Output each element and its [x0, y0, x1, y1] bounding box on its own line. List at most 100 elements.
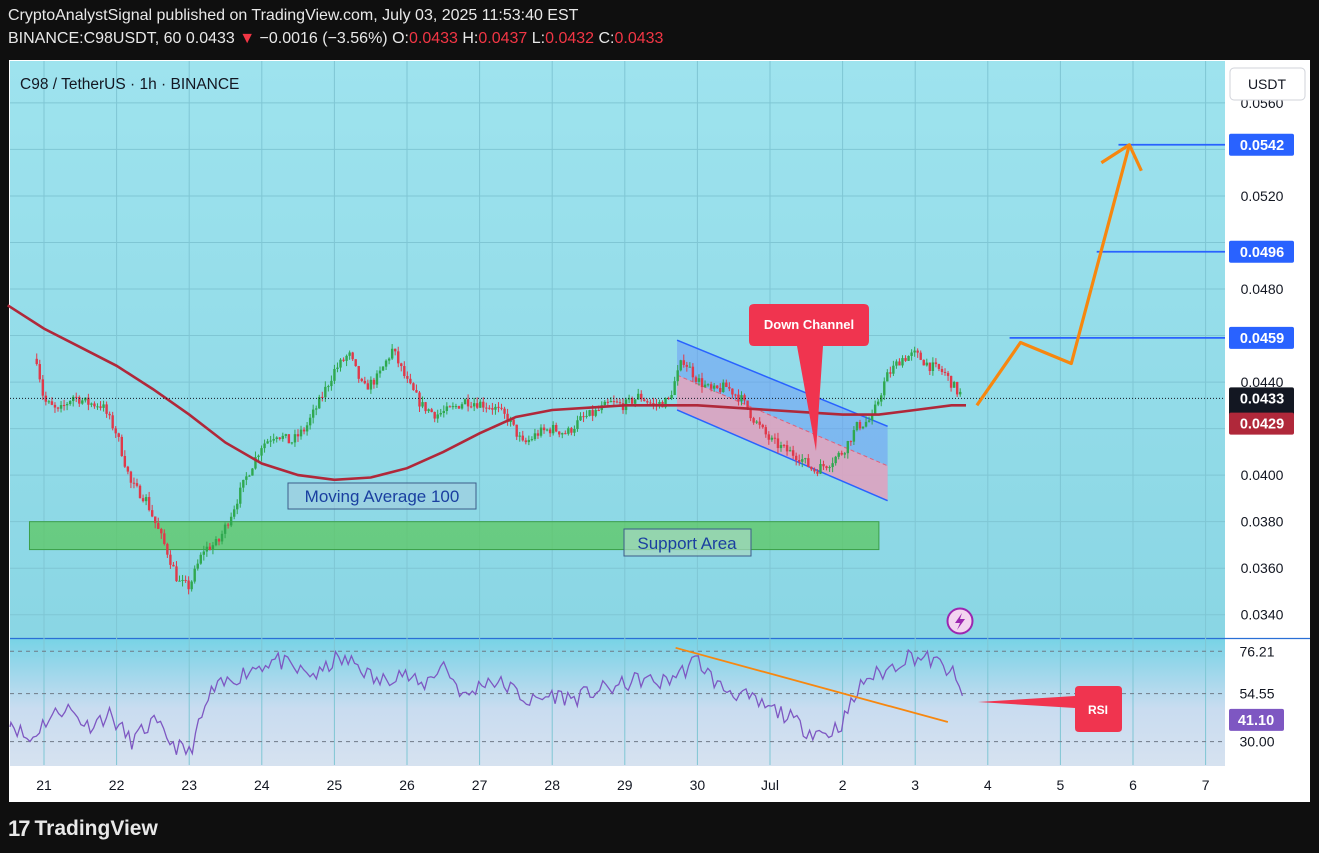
candle-body — [339, 359, 342, 368]
candle-body — [904, 358, 907, 361]
price-change: −0.0016 (−3.56%) — [259, 30, 388, 47]
close-value: 0.0433 — [614, 30, 664, 47]
candle-body — [126, 466, 130, 472]
candle-body — [296, 434, 300, 437]
time-tick-label: 30 — [690, 777, 706, 793]
candle-body — [120, 436, 123, 456]
candle-body — [278, 437, 281, 439]
candle-body — [488, 407, 491, 409]
candle-body — [403, 366, 406, 377]
candle-body — [369, 379, 373, 390]
candle-body — [147, 497, 151, 511]
candle-body — [439, 413, 442, 415]
candle-body — [93, 403, 96, 407]
candle-body — [71, 396, 75, 402]
candle-body — [269, 440, 272, 442]
candle-body — [873, 404, 877, 414]
candle-body — [491, 408, 494, 410]
candle-body — [50, 401, 54, 405]
candle-body — [764, 427, 767, 435]
candle-body — [154, 516, 157, 524]
candle-body — [442, 410, 445, 414]
candle-body — [709, 384, 713, 389]
publish-info: CryptoAnalystSignal published on Trading… — [8, 7, 579, 24]
candle-body — [272, 439, 275, 441]
candle-body — [794, 455, 798, 461]
candle-body — [500, 407, 503, 409]
candle-body — [889, 372, 892, 374]
candle-body — [378, 370, 382, 374]
candle-body — [290, 442, 294, 444]
candle-body — [284, 434, 288, 436]
price-tick-label: 0.0360 — [1241, 560, 1284, 576]
support-area-callout[interactable]: Support Area — [623, 528, 752, 557]
price-tick-label: 0.0380 — [1241, 514, 1284, 530]
candle-body — [129, 471, 133, 483]
candle-body — [460, 404, 464, 409]
candle-body — [81, 400, 84, 404]
candle-body — [494, 406, 497, 410]
candle-body — [588, 410, 591, 416]
candle-body — [263, 443, 266, 449]
candle-body — [211, 545, 215, 550]
candle-body — [412, 383, 415, 391]
candle-body — [694, 377, 698, 382]
candle-body — [558, 431, 561, 435]
target-1-label: 0.0459 — [1240, 331, 1284, 347]
candle-body — [202, 551, 206, 555]
candle-body — [633, 399, 637, 404]
candle-body — [582, 416, 585, 418]
candle-body — [497, 406, 500, 408]
candle-body — [387, 358, 391, 361]
candle-body — [864, 421, 868, 427]
candle-body — [117, 433, 120, 437]
candle-body — [807, 458, 810, 467]
candle-body — [348, 352, 351, 356]
candle-body — [208, 546, 212, 550]
candle-body — [105, 404, 108, 414]
candle-body — [90, 403, 93, 405]
open-value: 0.0433 — [408, 30, 458, 47]
lightning-icon[interactable] — [946, 607, 974, 635]
candle-body — [567, 428, 570, 434]
candle-body — [293, 434, 297, 443]
candle-body — [226, 524, 230, 526]
candle-body — [114, 428, 117, 434]
candle-body — [53, 404, 57, 408]
candle-body — [579, 416, 582, 421]
candle-body — [700, 378, 704, 388]
candle-body — [576, 420, 579, 430]
time-tick-label: 23 — [181, 777, 197, 793]
candle-body — [427, 409, 430, 412]
candle-body — [409, 378, 412, 384]
candle-body — [372, 379, 376, 385]
candle-body — [305, 425, 309, 432]
candle-body — [330, 380, 333, 387]
close-label: C: — [598, 30, 615, 47]
candle-body — [163, 533, 166, 544]
candle-body — [691, 366, 695, 378]
candle-body — [825, 466, 828, 469]
candle-body — [257, 455, 260, 458]
candle-body — [172, 564, 175, 567]
open-label: O: — [392, 30, 409, 47]
price-pane[interactable] — [10, 61, 1225, 638]
time-tick-label: 4 — [984, 777, 992, 793]
tradingview-logo-icon: 17 — [8, 816, 31, 841]
chart-canvas[interactable]: Moving Average 100 Support Area Down Chann… — [0, 56, 1319, 808]
candle-body — [217, 539, 221, 542]
candle-body — [160, 528, 163, 534]
rsi-level-label: 30.00 — [1239, 734, 1274, 750]
candle-body — [712, 385, 716, 389]
candle-body — [561, 433, 564, 435]
time-tick-label: 5 — [1057, 777, 1065, 793]
candle-body — [232, 509, 236, 517]
candle-body — [433, 412, 436, 419]
high-value: 0.0437 — [478, 30, 528, 47]
time-tick-label: 2 — [839, 777, 847, 793]
tradingview-footer[interactable]: 17 TradingView — [8, 816, 158, 842]
candle-body — [719, 388, 722, 393]
moving-average-callout[interactable]: Moving Average 100 — [287, 482, 477, 510]
candle-body — [539, 427, 543, 436]
candle-body — [421, 402, 424, 407]
